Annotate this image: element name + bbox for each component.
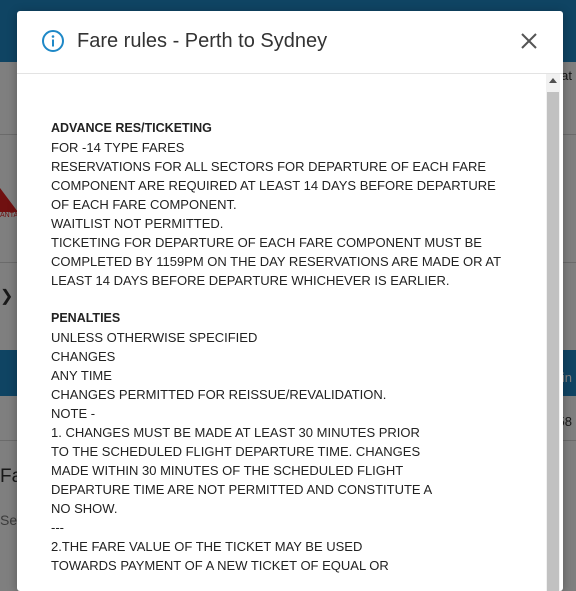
scrollbar-thumb[interactable]: [547, 92, 559, 591]
rule-text-line: WAITLIST NOT PERMITTED.: [51, 216, 224, 231]
rule-text-line: RESERVATIONS FOR ALL SECTORS FOR DEPARTU…: [51, 159, 487, 174]
section-title: ADVANCE RES/TICKETING: [51, 121, 212, 135]
rule-text-line: MADE WITHIN 30 MINUTES OF THE SCHEDULED …: [51, 463, 404, 478]
scroll-up-arrow-icon[interactable]: [549, 78, 557, 83]
rule-text-line: COMPLETED BY 1159PM ON THE DAY RESERVATI…: [51, 254, 502, 269]
rule-text-line: TOWARDS PAYMENT OF A NEW TICKET OF EQUAL…: [51, 558, 389, 573]
rule-text-line: COMPONENT ARE REQUIRED AT LEAST 14 DAYS …: [51, 178, 496, 193]
rule-text-line: OF EACH FARE COMPONENT.: [51, 197, 237, 212]
info-circle-icon: [42, 30, 64, 52]
rule-text-line: ---: [51, 520, 64, 535]
modal-header: Fare rules - Perth to Sydney: [17, 11, 563, 74]
rule-text-line: NOTE -: [51, 406, 96, 421]
rule-text-line: TO THE SCHEDULED FLIGHT DEPARTURE TIME. …: [51, 444, 421, 459]
rule-text-line: DEPARTURE TIME ARE NOT PERMITTED AND CON…: [51, 482, 433, 497]
rule-text-line: 2.THE FARE VALUE OF THE TICKET MAY BE US…: [51, 539, 363, 554]
rule-text-line: 1. CHANGES MUST BE MADE AT LEAST 30 MINU…: [51, 425, 420, 440]
fare-rules-modal: Fare rules - Perth to Sydney ADVANCE RES…: [17, 11, 563, 591]
rule-text-line: CHANGES: [51, 349, 116, 364]
rule-text-line: ANY TIME: [51, 368, 112, 383]
modal-title: Fare rules - Perth to Sydney: [77, 30, 328, 52]
rule-text-line: NO SHOW.: [51, 501, 118, 516]
modal-body[interactable]: ADVANCE RES/TICKETING FOR -14 TYPE FARES R…: [17, 74, 563, 591]
close-icon[interactable]: [519, 31, 539, 51]
rule-text-line: LEAST 14 DAYS BEFORE DEPARTURE WHICHEVER…: [51, 273, 450, 288]
rule-text-line: FOR -14 TYPE FARES: [51, 140, 185, 155]
fare-rules-content: ADVANCE RES/TICKETING FOR -14 TYPE FARES R…: [51, 119, 541, 575]
scrollbar[interactable]: [546, 74, 560, 591]
section-title: PENALTIES: [51, 311, 121, 325]
rule-text-line: TICKETING FOR DEPARTURE OF EACH FARE COM…: [51, 235, 482, 250]
rule-text-line: CHANGES PERMITTED FOR REISSUE/REVALIDATI…: [51, 387, 387, 402]
rule-text-line: UNLESS OTHERWISE SPECIFIED: [51, 330, 258, 345]
